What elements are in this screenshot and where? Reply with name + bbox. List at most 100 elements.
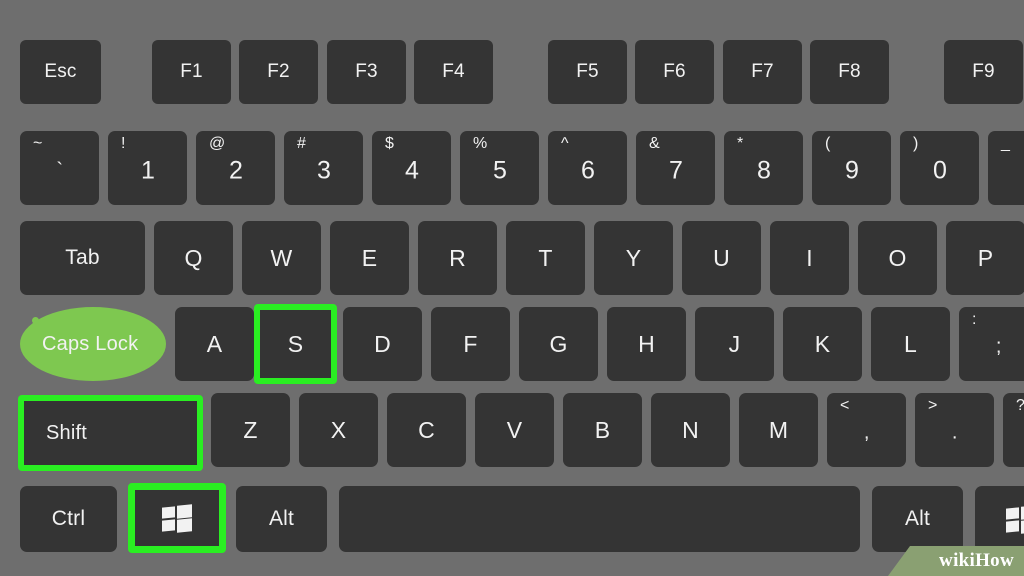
key-legend-shifted: :	[972, 311, 977, 328]
key-y[interactable]: Y	[594, 221, 673, 295]
key-legend-shifted: ^	[561, 135, 569, 152]
key-t[interactable]: T	[506, 221, 585, 295]
key-p[interactable]: P	[946, 221, 1024, 295]
key-f[interactable]: F	[431, 307, 510, 381]
key-label: Q	[184, 244, 203, 271]
key-a[interactable]: A	[175, 307, 254, 381]
key-backtick[interactable]: ~ `	[20, 131, 99, 205]
watermark-wiki-text: wiki	[939, 550, 976, 571]
key-label: O	[888, 244, 907, 271]
key-f8[interactable]: F8	[810, 40, 889, 104]
key-legend-primary: 4	[405, 156, 420, 185]
key-legend-primary: 9	[845, 156, 860, 185]
key-digit-6[interactable]: ^ 6	[548, 131, 627, 205]
key-r[interactable]: R	[418, 221, 497, 295]
key-m[interactable]: M	[739, 393, 818, 467]
key-label: Alt	[904, 507, 931, 530]
key-v[interactable]: V	[475, 393, 554, 467]
key-legend-shifted: #	[297, 135, 307, 152]
key-label: Caps Lock	[42, 332, 139, 355]
key-label: H	[638, 330, 655, 357]
key-f4[interactable]: F4	[414, 40, 493, 104]
key-comma[interactable]: <,	[827, 393, 906, 467]
key-b[interactable]: B	[563, 393, 642, 467]
key-d[interactable]: D	[343, 307, 422, 381]
key-f9[interactable]: F9	[944, 40, 1023, 104]
key-digit-8[interactable]: * 8	[724, 131, 803, 205]
key-u[interactable]: U	[682, 221, 761, 295]
windows-logo-pane	[1005, 519, 1019, 533]
key-legend-primary: 1	[141, 156, 156, 185]
key-label: R	[449, 244, 466, 271]
key-shift-left[interactable]: Shift	[18, 395, 203, 471]
key-digit-2[interactable]: @2	[196, 131, 275, 205]
key-digit-0[interactable]: ) 0	[900, 131, 979, 205]
key-label: Tab	[65, 246, 100, 269]
key-digit-9[interactable]: (9	[812, 131, 891, 205]
key-f5[interactable]: F5	[548, 40, 627, 104]
key-label: X	[330, 416, 347, 443]
key-slash[interactable]: ?/	[1003, 393, 1024, 467]
key-label: A	[206, 330, 223, 357]
watermark-how-text: How	[975, 550, 1014, 571]
key-legend-primary: ,	[863, 422, 870, 445]
key-j[interactable]: J	[695, 307, 774, 381]
key-f6[interactable]: F6	[635, 40, 714, 104]
key-f3[interactable]: F3	[327, 40, 406, 104]
key-legend-primary: 6	[581, 156, 596, 185]
key-g[interactable]: G	[519, 307, 598, 381]
key-legend-shifted: &	[649, 135, 660, 152]
key-semicolon[interactable]: :;	[959, 307, 1024, 381]
key-w[interactable]: W	[242, 221, 321, 295]
key-period[interactable]: >.	[915, 393, 994, 467]
key-windows-key[interactable]	[128, 483, 226, 553]
windows-logo-pane	[1005, 507, 1019, 520]
key-c[interactable]: C	[387, 393, 466, 467]
windows-logo-pane	[1020, 518, 1024, 533]
key-caps-lock[interactable]: Caps Lock	[20, 307, 166, 381]
key-ctrl-left[interactable]: Ctrl	[20, 486, 117, 552]
key-label: W	[270, 244, 293, 271]
key-alt-left[interactable]: Alt	[236, 486, 327, 552]
key-spacebar[interactable]	[339, 486, 860, 552]
key-esc[interactable]: Esc	[20, 40, 101, 104]
key-o[interactable]: O	[858, 221, 937, 295]
key-tab[interactable]: Tab	[20, 221, 145, 295]
key-f7[interactable]: F7	[723, 40, 802, 104]
key-digit-3[interactable]: #3	[284, 131, 363, 205]
key-label: I	[806, 244, 813, 271]
key-label: B	[594, 416, 611, 443]
key-legend-primary: 0	[933, 156, 948, 185]
key-k[interactable]: K	[783, 307, 862, 381]
key-q[interactable]: Q	[154, 221, 233, 295]
key-windows-key-right[interactable]	[975, 486, 1024, 552]
key-legend-primary: 7	[669, 156, 684, 185]
key-digit-7[interactable]: & 7	[636, 131, 715, 205]
key-h[interactable]: H	[607, 307, 686, 381]
windows-logo-pane	[162, 518, 175, 532]
windows-logo-pane	[162, 506, 175, 519]
key-legend-shifted: <	[840, 397, 850, 414]
key-legend-primary: 2	[229, 156, 244, 185]
key-digit-5[interactable]: % 5	[460, 131, 539, 205]
key-label: F4	[442, 61, 465, 82]
key-digit-4[interactable]: $4	[372, 131, 451, 205]
key-label: G	[549, 330, 568, 357]
key-label: N	[682, 416, 699, 443]
key-z[interactable]: Z	[211, 393, 290, 467]
key-label: L	[904, 330, 917, 357]
key-alt-right[interactable]: Alt	[872, 486, 963, 552]
key-e[interactable]: E	[330, 221, 409, 295]
key-minus[interactable]: _-	[988, 131, 1024, 205]
key-label: V	[506, 416, 523, 443]
key-legend-shifted: ~	[33, 135, 43, 152]
key-digit-1[interactable]: ! 1	[108, 131, 187, 205]
key-n[interactable]: N	[651, 393, 730, 467]
key-x[interactable]: X	[299, 393, 378, 467]
key-s[interactable]: S	[254, 304, 337, 384]
key-legend-primary: ;	[995, 336, 1002, 359]
key-i[interactable]: I	[770, 221, 849, 295]
key-f2[interactable]: F2	[239, 40, 318, 104]
key-f1[interactable]: F1	[152, 40, 231, 104]
key-l[interactable]: L	[871, 307, 950, 381]
